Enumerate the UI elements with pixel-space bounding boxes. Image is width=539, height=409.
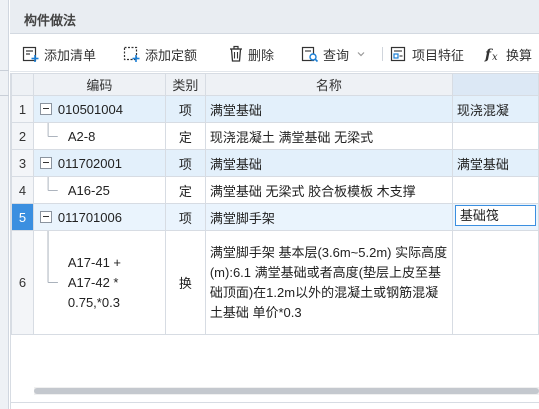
code-text: 011701006	[57, 209, 122, 225]
scrollbar-thumb[interactable]	[34, 388, 539, 394]
name-cell[interactable]: 满堂脚手架	[204, 203, 453, 231]
collapse-toggle[interactable]	[39, 156, 52, 169]
extra-cell[interactable]: 满堂基础	[451, 149, 539, 177]
code-cell[interactable]: A17-41 + A17-42 * 0.75,*0.3	[32, 230, 166, 335]
code-text: A2-8	[67, 128, 96, 144]
tree-branch-line	[47, 231, 58, 283]
add-quota-button[interactable]: 添加定额	[123, 42, 197, 66]
name-cell[interactable]: 现浇混凝土 满堂基础 无梁式	[204, 122, 453, 150]
table-row[interactable]: 6 A17-41 + A17-42 * 0.75,*0.3 换 满堂脚手架 基本…	[11, 230, 539, 335]
table-row[interactable]: 3 011702001 项 满堂基础 满堂基础	[11, 149, 539, 177]
row-number: 5	[11, 203, 34, 231]
code-cell[interactable]: A2-8	[32, 122, 166, 150]
column-header-type[interactable]: 类别	[164, 73, 206, 96]
row-number: 1	[11, 95, 34, 123]
name-cell[interactable]: 满堂基础	[204, 95, 453, 123]
add-quota-label: 添加定额	[145, 47, 198, 63]
add-list-icon	[22, 46, 39, 62]
cell-editor-input[interactable]: 基础筏	[454, 205, 536, 226]
feature-icon	[390, 46, 406, 62]
code-text: 010501004	[57, 101, 123, 117]
column-header-extra[interactable]	[451, 73, 539, 96]
toolbar: 添加清单 添加定额 删除 查询 项目特征 f x 换算	[10, 35, 539, 72]
item-feature-button[interactable]: 项目特征	[390, 42, 464, 66]
row-number-header	[11, 73, 34, 96]
row-number: 2	[11, 122, 34, 150]
convert-label: 换算	[506, 47, 533, 63]
column-header-name[interactable]: 名称	[204, 73, 453, 96]
type-cell[interactable]: 项	[164, 95, 206, 123]
toolbar-separator	[382, 47, 383, 61]
type-cell[interactable]: 换	[164, 230, 206, 335]
left-dock-strip	[0, 0, 9, 409]
svg-text:x: x	[492, 52, 498, 63]
name-cell[interactable]: 满堂脚手架 基本层(3.6m~5.2m) 实际高度(m):6.1 满堂基础或者高…	[204, 230, 453, 335]
fx-icon: f x	[484, 47, 498, 63]
table-row[interactable]: 1 010501004 项 满堂基础 现浇混凝	[11, 95, 539, 123]
tree-branch-line	[47, 177, 58, 191]
code-text: 011702001	[57, 155, 122, 171]
name-cell[interactable]: 满堂基础 无梁式 胶合板模板 木支撑	[204, 176, 453, 204]
collapse-toggle[interactable]	[39, 102, 52, 115]
code-cell[interactable]: 011702001	[32, 149, 166, 177]
panel-title: 构件做法	[24, 13, 77, 28]
row-number: 3	[11, 149, 34, 177]
code-cell[interactable]: 010501004	[32, 95, 166, 123]
code-text: A17-41 + A17-42 * 0.75,*0.3	[67, 254, 121, 310]
row-number: 4	[11, 176, 34, 204]
trash-icon	[230, 45, 242, 62]
horizontal-scrollbar[interactable]	[34, 387, 539, 395]
type-cell[interactable]: 定	[164, 122, 206, 150]
extra-cell[interactable]: 现浇混凝	[451, 95, 539, 123]
type-cell[interactable]: 项	[164, 203, 206, 231]
extra-cell-editing[interactable]: 基础筏	[451, 203, 539, 231]
extra-cell[interactable]	[451, 122, 539, 150]
add-quota-icon	[123, 46, 140, 62]
table-row[interactable]: 2 A2-8 定 现浇混凝土 满堂基础 无梁式	[11, 122, 539, 150]
query-dropdown[interactable]: 查询	[301, 42, 365, 66]
item-feature-label: 项目特征	[412, 47, 465, 63]
code-cell[interactable]: 011701006	[32, 203, 166, 231]
table-row[interactable]: 4 A16-25 定 满堂基础 无梁式 胶合板模板 木支撑	[11, 176, 539, 204]
grid-header-row: 编码 类别 名称	[11, 73, 539, 96]
collapse-toggle[interactable]	[39, 210, 52, 223]
table-row-selected[interactable]: 5 011701006 项 满堂脚手架 基础筏	[11, 203, 539, 231]
name-cell[interactable]: 满堂基础	[204, 149, 453, 177]
extra-cell[interactable]	[451, 176, 539, 204]
delete-label: 删除	[248, 47, 275, 63]
type-cell[interactable]: 定	[164, 176, 206, 204]
component-method-panel: 构件做法 添加清单 添加定额 删除 查询 项目特征 f x 换算 编码 类别 名…	[10, 0, 539, 409]
code-cell[interactable]: A16-25	[32, 176, 166, 204]
add-list-label: 添加清单	[44, 47, 97, 63]
extra-cell[interactable]	[451, 230, 539, 335]
query-icon	[301, 46, 319, 63]
panel-header: 构件做法	[10, 0, 539, 34]
method-grid: 编码 类别 名称 1 010501004 项 满堂基础 现浇混凝 2 A2-8 …	[10, 73, 539, 409]
tree-branch-line	[47, 123, 58, 137]
panel-bottom-border	[10, 402, 539, 403]
query-label: 查询	[323, 47, 350, 63]
type-cell[interactable]: 项	[164, 149, 206, 177]
delete-button[interactable]: 删除	[228, 42, 274, 66]
chevron-down-icon	[357, 52, 365, 57]
convert-button[interactable]: f x 换算	[484, 42, 532, 66]
row-number: 6	[11, 230, 34, 335]
name-text: 满堂脚手架 基本层(3.6m~5.2m) 实际高度(m):6.1 满堂基础或者高…	[209, 244, 448, 320]
column-header-code[interactable]: 编码	[32, 73, 166, 96]
code-text: A16-25	[67, 182, 110, 198]
add-list-button[interactable]: 添加清单	[22, 42, 96, 66]
